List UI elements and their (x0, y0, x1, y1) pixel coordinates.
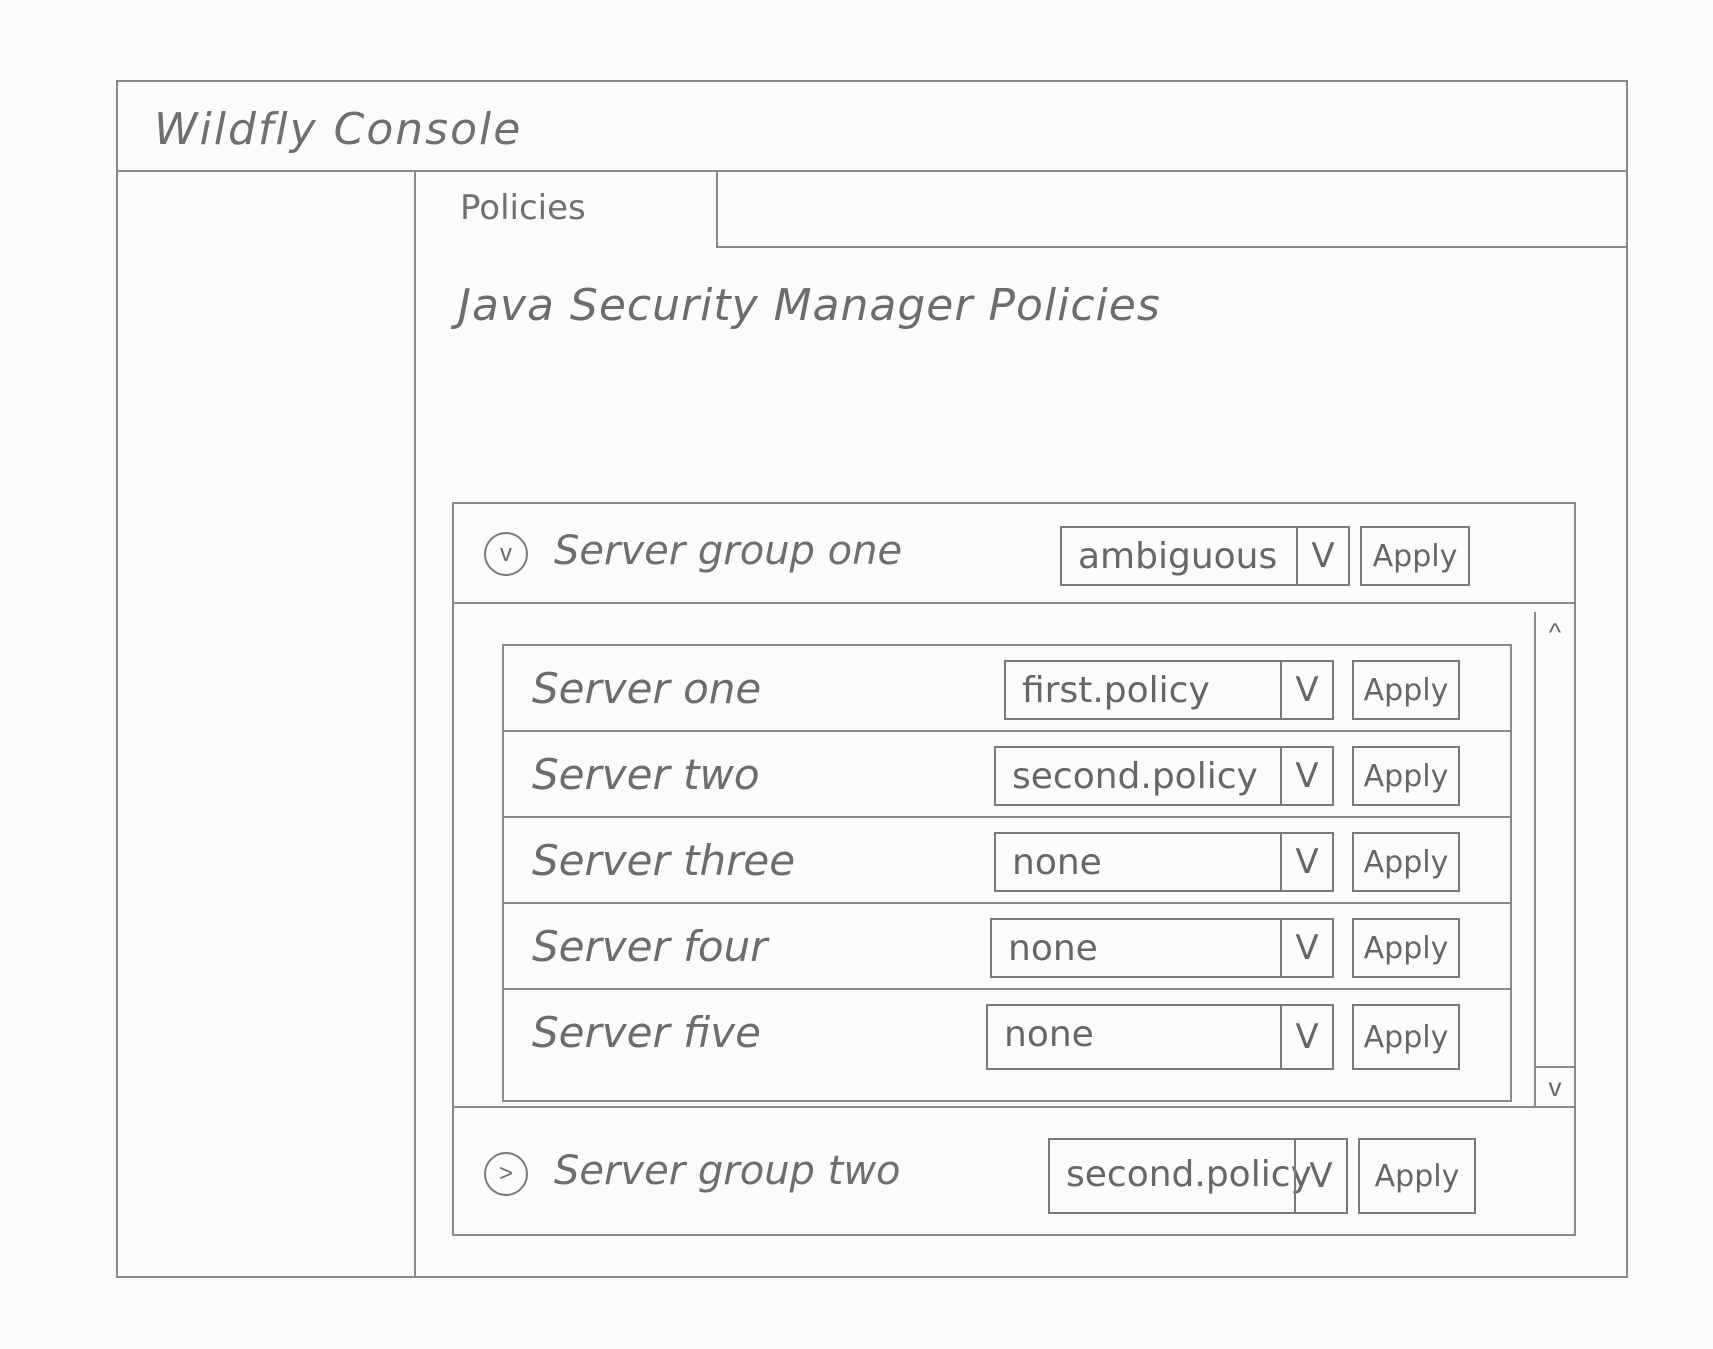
dropdown-arrow-icon: V (1296, 528, 1348, 584)
server-name: Server one (532, 664, 762, 713)
server-row: Server five none V Apply (504, 990, 1510, 1076)
server-name: Server five (532, 1008, 761, 1057)
page-title: Java Security Manager Policies (458, 280, 1161, 331)
server-groups-panel: v Server group one ambiguous V Apply Ser… (452, 502, 1576, 1236)
tab-label: Policies (460, 188, 586, 228)
collapse-toggle-icon[interactable]: v (484, 532, 528, 576)
server-policy-value: none (1012, 842, 1102, 883)
dropdown-arrow-icon: V (1280, 1006, 1332, 1068)
main-content: Policies Java Security Manager Policies … (416, 172, 1626, 1276)
server-row: Server two second.policy V Apply (504, 732, 1510, 818)
console-window: Wildfly Console Policies Java Security M… (116, 80, 1628, 1278)
sidebar (118, 172, 416, 1276)
server-row: Server three none V Apply (504, 818, 1510, 904)
server-policy-select[interactable]: none V (994, 832, 1334, 892)
title-bar: Wildfly Console (118, 82, 1626, 172)
server-row: Server four none V Apply (504, 904, 1510, 990)
tab-bar: Policies (416, 172, 1626, 248)
server-group-one-label: Server group one (554, 528, 903, 574)
server-name: Server three (532, 836, 796, 885)
scroll-up-icon[interactable]: ^ (1536, 612, 1574, 652)
servers-scrollbar[interactable]: ^ v (1534, 612, 1574, 1106)
server-policy-select[interactable]: first.policy V (1004, 660, 1334, 720)
servers-area: Server one first.policy V Apply Server t… (454, 604, 1574, 1106)
group-one-apply-button[interactable]: Apply (1360, 526, 1470, 586)
server-apply-button[interactable]: Apply (1352, 1004, 1460, 1070)
server-apply-button[interactable]: Apply (1352, 918, 1460, 978)
expand-toggle-icon[interactable]: > (484, 1152, 528, 1196)
scroll-down-icon[interactable]: v (1536, 1066, 1574, 1106)
server-group-two-label: Server group two (554, 1148, 901, 1194)
server-apply-button[interactable]: Apply (1352, 832, 1460, 892)
server-apply-button[interactable]: Apply (1352, 746, 1460, 806)
server-policy-value: second.policy (1012, 756, 1258, 797)
app-title: Wildfly Console (154, 104, 523, 155)
server-policy-select[interactable]: none V (986, 1004, 1334, 1070)
dropdown-arrow-icon: V (1294, 1140, 1346, 1212)
group-one-policy-select[interactable]: ambiguous V (1060, 526, 1350, 586)
server-policy-select[interactable]: none V (990, 918, 1334, 978)
dropdown-arrow-icon: V (1280, 834, 1332, 890)
server-name: Server four (532, 922, 768, 971)
server-name: Server two (532, 750, 760, 799)
group-two-policy-select[interactable]: second.policy V (1048, 1138, 1348, 1214)
server-row: Server one first.policy V Apply (504, 646, 1510, 732)
dropdown-arrow-icon: V (1280, 748, 1332, 804)
server-policy-value: none (1008, 928, 1098, 969)
server-group-one-header: v Server group one ambiguous V Apply (454, 504, 1574, 604)
server-policy-value: none (1004, 1014, 1094, 1055)
group-two-policy-value: second.policy (1066, 1154, 1312, 1195)
dropdown-arrow-icon: V (1280, 662, 1332, 718)
group-one-policy-value: ambiguous (1078, 536, 1278, 577)
server-group-two-header: > Server group two second.policy V Apply (454, 1106, 1574, 1234)
group-two-apply-button[interactable]: Apply (1358, 1138, 1476, 1214)
server-apply-button[interactable]: Apply (1352, 660, 1460, 720)
dropdown-arrow-icon: V (1280, 920, 1332, 976)
server-policy-value: first.policy (1022, 670, 1210, 711)
server-list[interactable]: Server one first.policy V Apply Server t… (502, 644, 1512, 1102)
tab-policies[interactable]: Policies (416, 172, 718, 248)
server-policy-select[interactable]: second.policy V (994, 746, 1334, 806)
